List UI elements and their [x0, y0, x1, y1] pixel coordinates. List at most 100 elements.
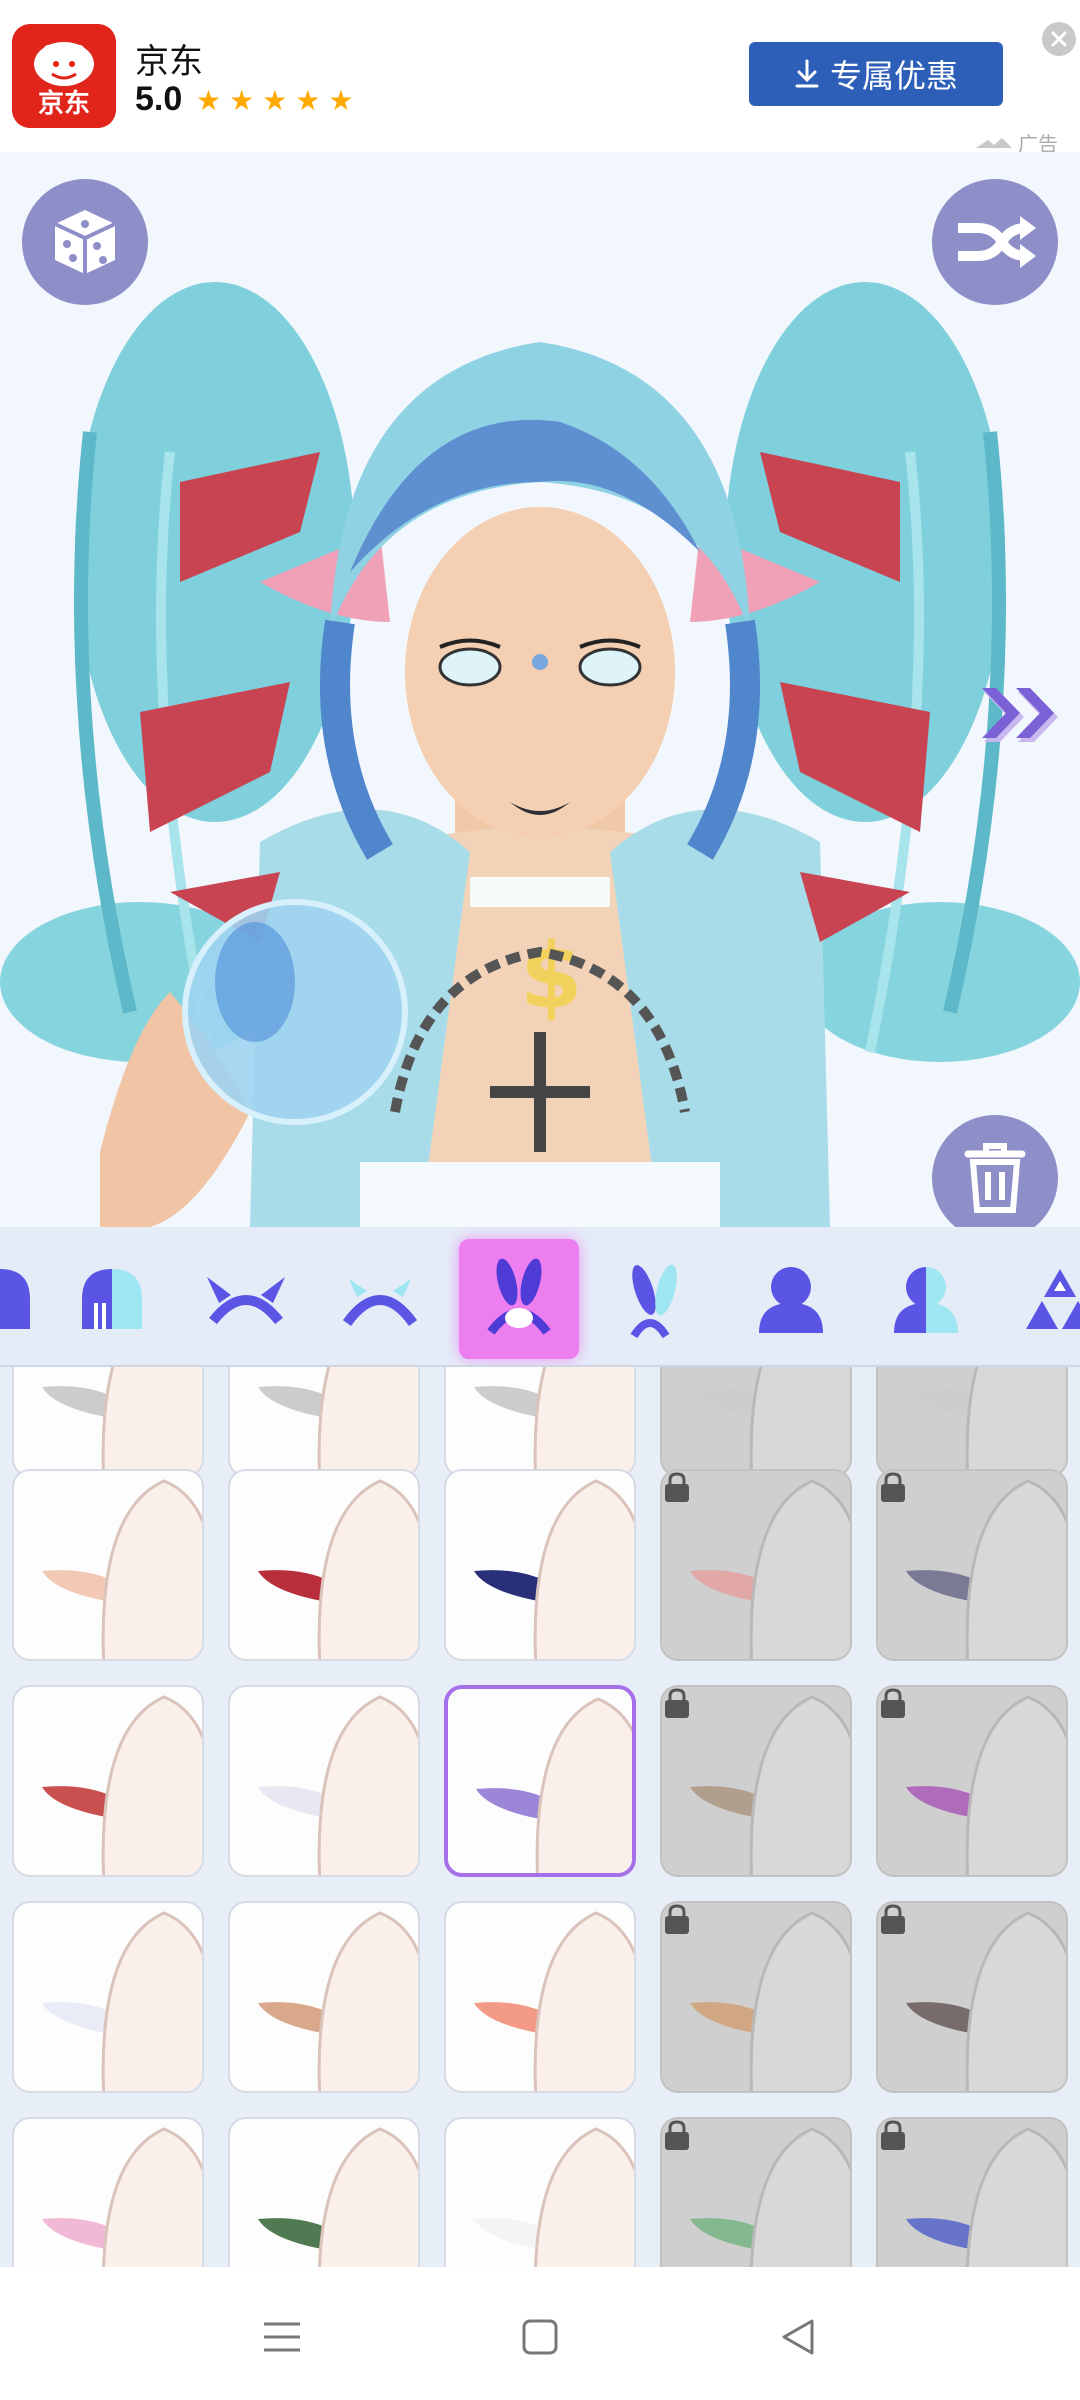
item-tile-brown-animal-ears[interactable] [660, 1685, 852, 1877]
item-head-silhouette [317, 1911, 418, 2091]
item-tile-calico-cat-ears[interactable] [660, 1901, 852, 2093]
item-accent [906, 2002, 978, 2033]
item-head-silhouette [101, 1695, 202, 1875]
system-navigation-bar [0, 2267, 1080, 2400]
item-thumbnail-partial-top-3 [474, 1367, 634, 1475]
item-accent [690, 2218, 762, 2249]
item-tile-blue-feather-ear[interactable] [876, 2117, 1068, 2267]
item-tile-flower-ear[interactable] [444, 1901, 636, 2093]
item-head-silhouette [965, 1695, 1066, 1875]
category-triangles[interactable] [1000, 1239, 1080, 1359]
home-button[interactable] [510, 2307, 570, 2367]
category-bunny-ears-half[interactable] [594, 1239, 714, 1359]
avatar-canvas: $ [0, 152, 1080, 1227]
triangles-icon [1026, 1269, 1080, 1329]
ad-banner[interactable]: 京东 京东 5.0 ★★★★★ 专属优惠 广告 [0, 0, 1080, 156]
item-head-silhouette [965, 1479, 1066, 1659]
lock-shackle [668, 1688, 686, 1701]
bunny-ears-half-icon [630, 1264, 677, 1339]
lock-shackle [884, 1688, 902, 1701]
item-tile-butterfly-ear[interactable] [228, 1469, 420, 1661]
item-tile-partial-top-5[interactable] [876, 1367, 1068, 1477]
random-dice-button[interactable] [22, 179, 148, 305]
item-head-silhouette [965, 1911, 1066, 2091]
lock-body [665, 1700, 689, 1718]
lock-body [881, 1484, 905, 1502]
lock-shackle [884, 1904, 902, 1917]
lock-shackle [884, 1472, 902, 1485]
ad-rating: 5.0 [135, 80, 183, 118]
ad-close-icon[interactable] [1042, 22, 1076, 56]
item-head-silhouette [533, 1911, 634, 2091]
lock-body [665, 2132, 689, 2150]
item-head-silhouette [317, 1367, 418, 1475]
item-tile-green-horns[interactable] [228, 2117, 420, 2267]
lock-body [881, 2132, 905, 2150]
item-thumbnail-partial-top-4 [690, 1367, 850, 1475]
item-head-silhouette [749, 1695, 850, 1875]
lock-body [665, 1484, 689, 1502]
item-accent [258, 1570, 330, 1601]
category-head-silhouette[interactable] [731, 1239, 851, 1359]
item-tile-partial-top-2[interactable] [228, 1367, 420, 1477]
item-grid[interactable] [0, 1367, 1080, 2267]
item-head-silhouette [965, 1367, 1066, 1475]
menu-button[interactable] [252, 2307, 312, 2367]
item-thumbnail-white-wing-ear [258, 1695, 418, 1875]
category-hair-split[interactable] [52, 1239, 172, 1359]
ad-download-button[interactable]: 专属优惠 [749, 42, 1003, 106]
item-accent [258, 1386, 330, 1417]
item-tile-white-bunny-ears[interactable] [444, 2117, 636, 2267]
item-accent [690, 2002, 762, 2033]
back-button[interactable] [768, 2307, 828, 2367]
item-head-silhouette [102, 2127, 202, 2267]
item-thumbnail-flower-ear [474, 1911, 634, 2091]
item-tile-partial-top-1[interactable] [12, 1367, 204, 1477]
item-tile-small-angel-wing[interactable] [12, 1901, 204, 2093]
item-tile-pink-bunny-ears[interactable] [12, 2117, 204, 2267]
item-tile-elf-ear[interactable] [12, 1469, 204, 1661]
shuffle-button[interactable] [932, 179, 1058, 305]
shuffle-icon [958, 216, 1036, 268]
item-thumbnail-galaxy-horns [474, 1479, 634, 1659]
item-tile-dark-fin-ear[interactable] [876, 1901, 1068, 2093]
item-tile-flesh-fin[interactable] [660, 1469, 852, 1661]
ad-logo-text: 京东 [37, 88, 90, 118]
item-tile-purple-feather-ear[interactable] [876, 1685, 1068, 1877]
ad-download-label: 专属优惠 [829, 58, 958, 94]
item-thumbnail-butterfly-ear [258, 1479, 418, 1659]
home-square-icon [522, 2319, 558, 2355]
item-accent [474, 2218, 546, 2249]
jd-app-logo[interactable]: 京东 [12, 24, 116, 128]
item-tile-partial-top-3[interactable] [444, 1367, 636, 1477]
category-hair-back[interactable] [0, 1239, 60, 1359]
category-horns[interactable] [186, 1239, 306, 1359]
item-accent [906, 1786, 978, 1817]
category-bunny-ears[interactable] [459, 1239, 579, 1359]
item-thumbnail-small-angel-wing [42, 1911, 202, 2091]
item-thumbnail-red-devil-horns [42, 1695, 202, 1875]
item-thumbnail-pink-bunny-ears [42, 2127, 202, 2267]
item-tile-bear-ears[interactable] [228, 1901, 420, 2093]
next-page-button[interactable] [978, 682, 1068, 757]
item-tile-partial-top-4[interactable] [660, 1367, 852, 1477]
item-thumbnail-partial-top-2 [258, 1367, 418, 1475]
svg-text:$: $ [520, 924, 583, 1029]
category-toolbar[interactable] [0, 1227, 1080, 1367]
item-tile-galaxy-horns[interactable] [444, 1469, 636, 1661]
item-tile-red-devil-horns[interactable] [12, 1685, 204, 1877]
item-accent [690, 1386, 762, 1417]
item-head-silhouette [101, 1911, 202, 2091]
item-thumbnail-white-bunny-ears [474, 2127, 634, 2267]
item-tile-green-fin-ear[interactable] [660, 2117, 852, 2267]
category-headband[interactable] [320, 1239, 440, 1359]
item-head-silhouette [317, 1695, 418, 1875]
item-accent [906, 2218, 978, 2249]
item-head-silhouette [533, 1367, 634, 1475]
item-tile-bat-wing-ear[interactable] [876, 1469, 1068, 1661]
category-head-half[interactable] [866, 1239, 986, 1359]
item-tile-white-wing-ear[interactable] [228, 1685, 420, 1877]
item-tile-fairy-wing-ear[interactable] [444, 1685, 636, 1877]
item-head-silhouette [534, 2127, 634, 2267]
lock-icon [881, 1688, 905, 1718]
